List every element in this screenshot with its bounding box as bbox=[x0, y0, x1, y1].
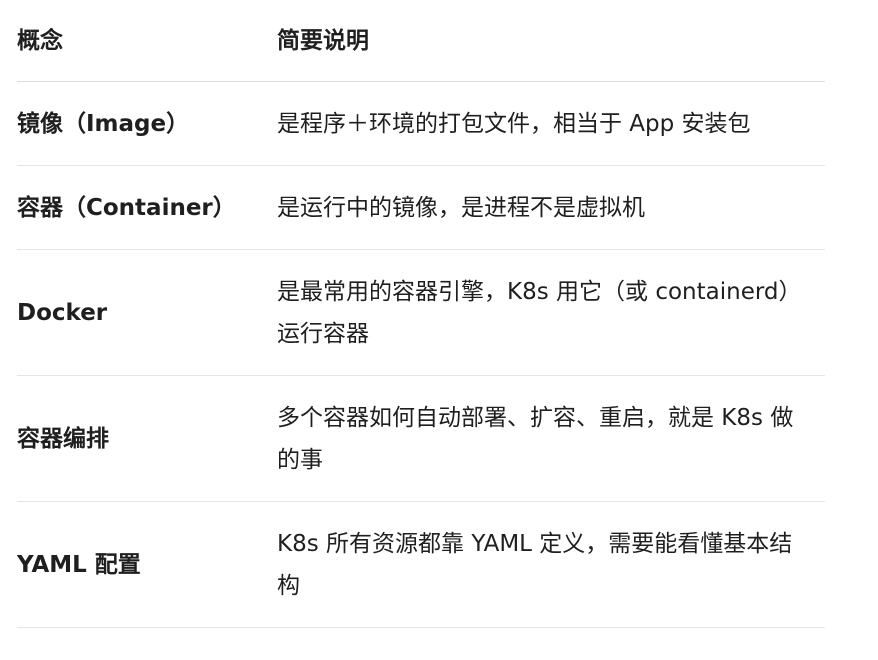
description-cell: 是运行中的镜像，是进程不是虚拟机 bbox=[277, 165, 825, 250]
description-cell: 多个容器如何自动部署、扩容、重启，就是 K8s 做的事 bbox=[277, 375, 825, 502]
concept-table: 概念 简要说明 镜像（Image） 是程序＋环境的打包文件，相当于 App 安装… bbox=[17, 0, 825, 628]
table-row: 容器（Container） 是运行中的镜像，是进程不是虚拟机 bbox=[17, 165, 825, 250]
concept-cell: 镜像（Image） bbox=[17, 81, 277, 166]
header-row: 概念 简要说明 bbox=[17, 0, 825, 82]
header-concept: 概念 bbox=[17, 0, 277, 82]
table-body: 镜像（Image） 是程序＋环境的打包文件，相当于 App 安装包 容器（Con… bbox=[17, 81, 825, 628]
concept-cell: 容器（Container） bbox=[17, 165, 277, 250]
concept-cell: YAML 配置 bbox=[17, 501, 277, 628]
table-row: 镜像（Image） 是程序＋环境的打包文件，相当于 App 安装包 bbox=[17, 81, 825, 166]
header-description: 简要说明 bbox=[277, 0, 825, 82]
concept-cell: Docker bbox=[17, 249, 277, 376]
table-row: Docker 是最常用的容器引擎，K8s 用它（或 containerd）运行容… bbox=[17, 249, 825, 376]
description-cell: 是程序＋环境的打包文件，相当于 App 安装包 bbox=[277, 81, 825, 166]
concept-table-container: 概念 简要说明 镜像（Image） 是程序＋环境的打包文件，相当于 App 安装… bbox=[17, 0, 825, 628]
table-row: YAML 配置 K8s 所有资源都靠 YAML 定义，需要能看懂基本结构 bbox=[17, 501, 825, 628]
concept-cell: 容器编排 bbox=[17, 375, 277, 502]
table-row: 容器编排 多个容器如何自动部署、扩容、重启，就是 K8s 做的事 bbox=[17, 375, 825, 502]
table-header: 概念 简要说明 bbox=[17, 0, 825, 82]
description-cell: K8s 所有资源都靠 YAML 定义，需要能看懂基本结构 bbox=[277, 501, 825, 628]
description-cell: 是最常用的容器引擎，K8s 用它（或 containerd）运行容器 bbox=[277, 249, 825, 376]
